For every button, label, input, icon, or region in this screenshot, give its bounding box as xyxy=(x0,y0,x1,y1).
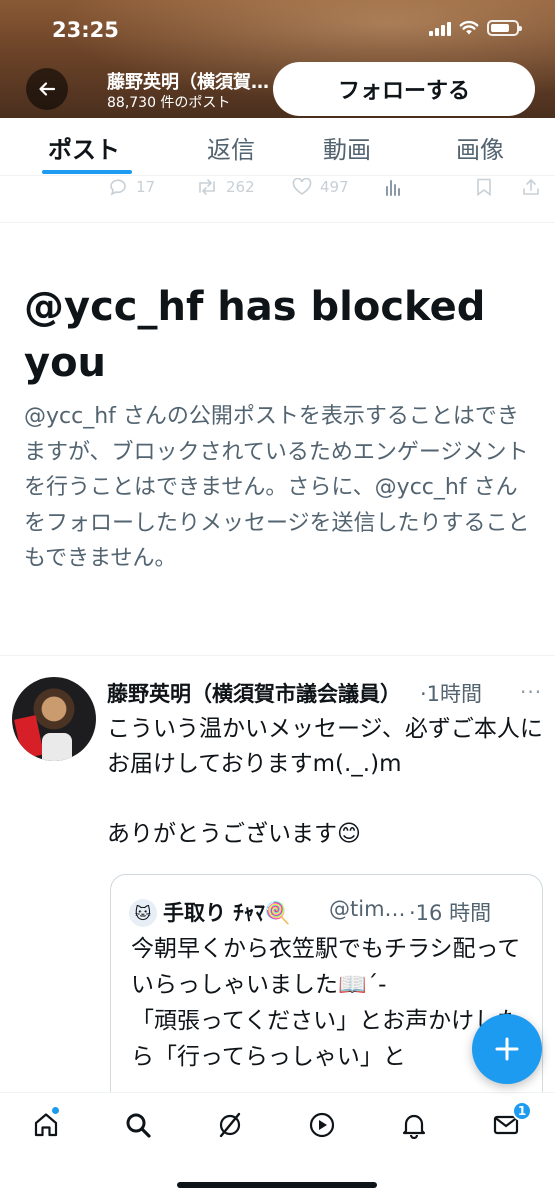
back-button[interactable] xyxy=(26,68,68,110)
follow-button[interactable]: フォローする xyxy=(273,62,535,116)
tab-posts[interactable]: ポスト xyxy=(48,130,120,165)
bookmark-action[interactable] xyxy=(476,178,492,196)
tab-images[interactable]: 画像 xyxy=(456,130,504,165)
compose-button[interactable] xyxy=(472,1014,542,1084)
nav-search[interactable] xyxy=(122,1109,154,1141)
like-action[interactable]: 497 xyxy=(292,178,349,196)
reply-icon xyxy=(110,179,126,196)
nav-home[interactable] xyxy=(30,1107,62,1141)
blocked-description: @ycc_hf さんの公開ポストを表示することはできますが、ブロックされているた… xyxy=(24,404,530,571)
plus-icon xyxy=(495,1037,519,1061)
faded-action-row: 17 262 497 xyxy=(0,172,555,204)
home-icon xyxy=(34,1113,58,1137)
messages-badge: 1 xyxy=(512,1101,532,1121)
wifi-icon xyxy=(459,20,479,35)
reply-action[interactable]: 17 xyxy=(108,178,155,196)
home-indicator xyxy=(177,1182,377,1188)
status-time: 23:25 xyxy=(52,18,119,42)
nav-grok[interactable] xyxy=(214,1109,246,1141)
header-profile-name: 藤野英明（横須賀市議会議員) xyxy=(107,72,272,93)
reply-count: 17 xyxy=(136,178,156,196)
avatar[interactable] xyxy=(12,677,96,761)
play-circle-icon xyxy=(309,1112,335,1138)
like-count: 497 xyxy=(320,178,349,196)
repost-count: 262 xyxy=(226,178,255,196)
header-post-count: 88,730 件のポスト xyxy=(107,95,231,111)
quoted-timestamp: ·16 時間 xyxy=(409,901,492,925)
post-text: こういう温かいメッセージ、必ずご本人にお届けしておりますm(._.)m ありがと… xyxy=(107,716,543,847)
arrow-left-icon xyxy=(39,82,56,96)
bar-chart-icon xyxy=(386,180,400,196)
repost-action[interactable]: 262 xyxy=(196,178,255,196)
repost-icon xyxy=(199,179,215,195)
profile-tabs: ポスト 返信 動画 画像 xyxy=(0,118,555,176)
home-notification-dot xyxy=(52,1107,59,1114)
bookmark-icon xyxy=(477,178,491,196)
blocked-title: @ycc_hf has blocked you xyxy=(24,284,486,386)
nav-notifications[interactable] xyxy=(398,1109,430,1141)
battery-icon xyxy=(487,20,522,36)
profile-header: 23:25 藤野英明（横須賀市議会議員) 88,730 件のポスト フォローする xyxy=(0,0,555,118)
nav-video[interactable] xyxy=(306,1109,338,1141)
quoted-author-name: 手取り ﾁｬﾏ🍭 xyxy=(163,901,291,925)
tab-videos[interactable]: 動画 xyxy=(323,130,371,165)
share-icon xyxy=(523,178,539,195)
blocked-notice: @ycc_hf has blocked you @ycc_hf さんの公開ポスト… xyxy=(0,222,555,571)
share-action[interactable] xyxy=(522,178,540,196)
views-action[interactable] xyxy=(384,178,402,196)
grok-icon xyxy=(219,1112,241,1138)
post-timestamp: ·1時間 xyxy=(420,682,483,706)
status-icons xyxy=(429,20,522,36)
quoted-post-card[interactable]: 🐱 手取り ﾁｬﾏ🍭 @timama ·16 時間 今朝早くから衣笠駅でもチラシ… xyxy=(110,874,543,1114)
post-author-name[interactable]: 藤野英明（横須賀市議会議員） xyxy=(107,678,419,708)
bell-icon xyxy=(402,1114,426,1139)
quoted-handle: @timama xyxy=(329,897,411,921)
divider xyxy=(0,655,555,656)
tab-replies[interactable]: 返信 xyxy=(207,130,255,165)
heart-icon xyxy=(292,178,312,195)
signal-icon xyxy=(429,20,451,36)
search-icon xyxy=(126,1113,151,1138)
more-options-icon[interactable]: ··· xyxy=(520,680,542,704)
quoted-avatar: 🐱 xyxy=(129,899,157,927)
